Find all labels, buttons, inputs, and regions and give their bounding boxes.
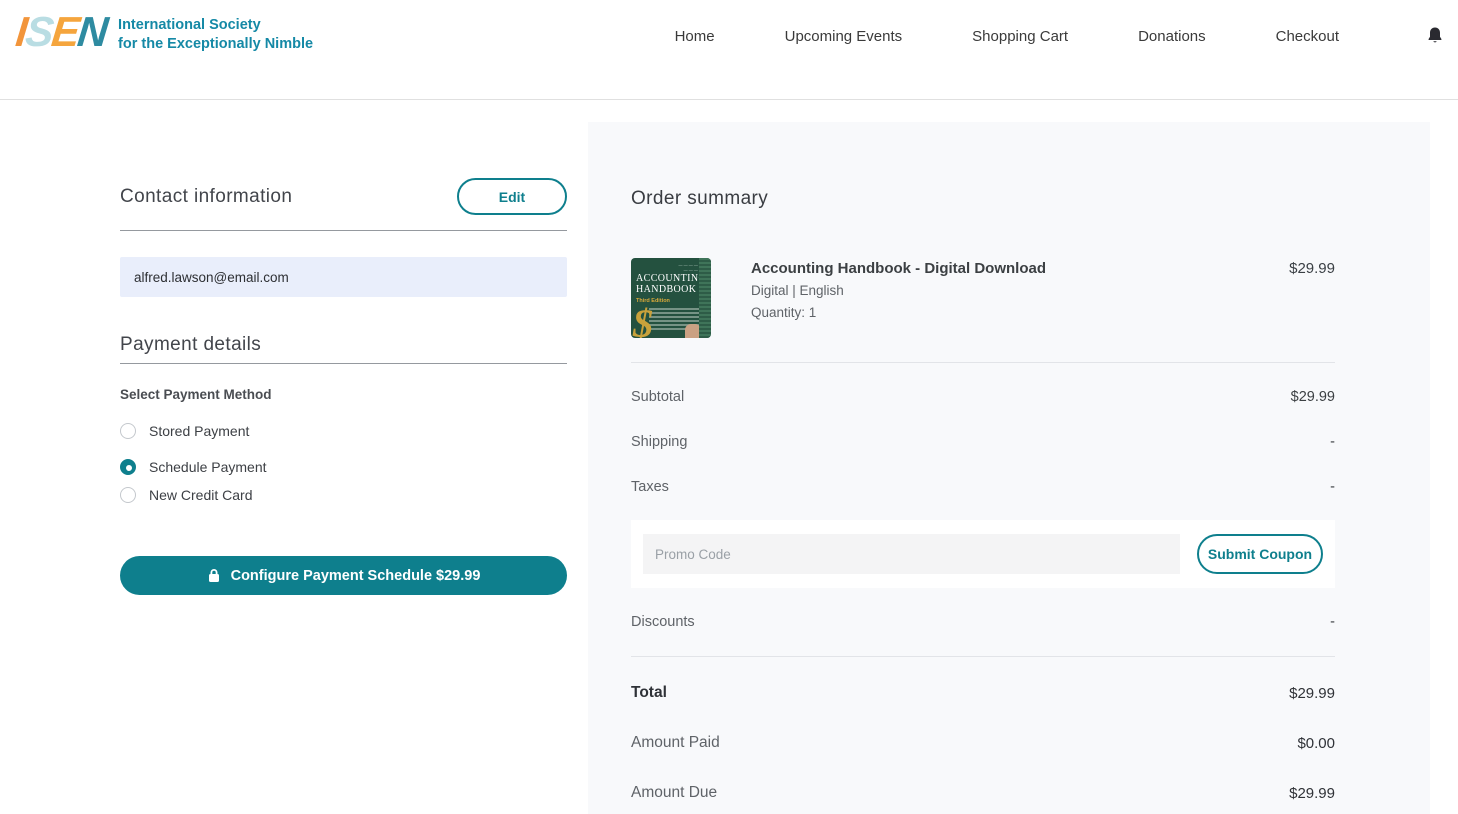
amount-paid-label: Amount Paid <box>631 734 720 752</box>
cover-top-text: — — — — —— — — — <box>657 262 703 272</box>
subtotal-row: Subtotal $29.99 <box>631 389 1335 405</box>
nav-items: Home Upcoming Events Shopping Cart Donat… <box>675 28 1339 45</box>
brand-logo[interactable]: ISEN International Society for the Excep… <box>16 10 313 54</box>
taxes-value: - <box>1330 479 1335 495</box>
product-quantity: Quantity: 1 <box>751 305 1289 320</box>
total-label: Total <box>631 684 667 702</box>
radio-button-icon[interactable] <box>120 459 136 475</box>
radio-stored-payment-label: Stored Payment <box>149 423 249 439</box>
lock-icon <box>207 568 221 583</box>
nav-item-checkout[interactable]: Checkout <box>1276 28 1339 45</box>
radio-stored-payment[interactable]: Stored Payment <box>120 423 567 439</box>
radio-button-icon[interactable] <box>120 487 136 503</box>
brand-mark: ISEN <box>14 10 109 54</box>
discounts-value: - <box>1330 614 1335 630</box>
order-line-item: — — — — —— — — — ACCOUNTING HANDBOOK Thi… <box>631 258 1335 338</box>
radio-schedule-payment[interactable]: Schedule Payment <box>120 459 567 475</box>
subtotal-label: Subtotal <box>631 389 684 405</box>
contact-section-header: Contact information Edit <box>120 178 567 215</box>
shipping-row: Shipping - <box>631 434 1335 450</box>
taxes-row: Taxes - <box>631 479 1335 495</box>
amount-paid-value: $0.00 <box>1297 735 1335 752</box>
subtotal-value: $29.99 <box>1291 389 1335 405</box>
edit-contact-button[interactable]: Edit <box>457 178 567 215</box>
nav-item-donations[interactable]: Donations <box>1138 28 1206 45</box>
amount-paid-row: Amount Paid $0.00 <box>631 734 1335 752</box>
discounts-label: Discounts <box>631 614 695 630</box>
promo-code-input[interactable] <box>643 534 1180 574</box>
configure-payment-schedule-button[interactable]: Configure Payment Schedule $29.99 <box>120 556 567 595</box>
cover-dollar-sign: $ <box>633 304 653 338</box>
brand-tagline-line1: International Society <box>118 16 313 35</box>
payment-details-title: Payment details <box>120 334 567 356</box>
product-meta: Digital | English <box>751 283 1289 298</box>
main-nav: Home Upcoming Events Shopping Cart Donat… <box>675 0 1443 99</box>
summary-divider-bottom <box>631 656 1335 657</box>
promo-code-section: Submit Coupon <box>631 520 1335 588</box>
radio-schedule-payment-label: Schedule Payment <box>149 459 267 475</box>
checkout-left-column: Contact information Edit alfred.lawson@e… <box>120 100 567 595</box>
submit-coupon-button[interactable]: Submit Coupon <box>1197 534 1323 574</box>
cover-edge-texture <box>699 258 711 338</box>
radio-new-credit-card[interactable]: New Credit Card <box>120 487 567 503</box>
order-summary-panel: Order summary — — — — —— — — — ACCOUNTIN… <box>588 122 1430 814</box>
shipping-label: Shipping <box>631 434 687 450</box>
order-summary-content: Order summary — — — — —— — — — ACCOUNTIN… <box>588 122 1430 802</box>
amount-due-row: Amount Due $29.99 <box>631 784 1335 802</box>
header: ISEN International Society for the Excep… <box>0 0 1458 100</box>
cover-title: ACCOUNTING HANDBOOK <box>636 273 706 295</box>
amount-due-label: Amount Due <box>631 784 717 802</box>
contact-email-field[interactable]: alfred.lawson@email.com <box>120 257 567 297</box>
taxes-label: Taxes <box>631 479 669 495</box>
amount-due-value: $29.99 <box>1289 785 1335 802</box>
brand-tagline-line2: for the Exceptionally Nimble <box>118 35 313 54</box>
contact-divider <box>120 230 567 231</box>
payment-divider <box>120 363 567 364</box>
total-value: $29.99 <box>1289 685 1335 702</box>
brand-letter: N <box>75 8 108 55</box>
notifications-bell-icon[interactable] <box>1427 26 1443 49</box>
order-summary-title: Order summary <box>631 122 1335 210</box>
discounts-row: Discounts - <box>631 614 1335 630</box>
product-title: Accounting Handbook - Digital Download <box>751 258 1289 277</box>
product-price: $29.99 <box>1289 258 1335 338</box>
product-info: Accounting Handbook - Digital Download D… <box>751 258 1289 338</box>
radio-new-credit-card-label: New Credit Card <box>149 487 252 503</box>
nav-item-upcoming-events[interactable]: Upcoming Events <box>785 28 903 45</box>
select-payment-method-label: Select Payment Method <box>120 387 567 402</box>
contact-information-title: Contact information <box>120 186 292 208</box>
product-image: — — — — —— — — — ACCOUNTING HANDBOOK Thi… <box>631 258 711 338</box>
nav-item-home[interactable]: Home <box>675 28 715 45</box>
shipping-value: - <box>1330 434 1335 450</box>
radio-button-icon[interactable] <box>120 423 136 439</box>
nav-item-shopping-cart[interactable]: Shopping Cart <box>972 28 1068 45</box>
summary-divider-top <box>631 362 1335 363</box>
main-content: Contact information Edit alfred.lawson@e… <box>0 100 1458 814</box>
configure-button-label: Configure Payment Schedule $29.99 <box>231 568 481 584</box>
total-row: Total $29.99 <box>631 684 1335 702</box>
brand-tagline: International Society for the Exceptiona… <box>118 16 313 54</box>
